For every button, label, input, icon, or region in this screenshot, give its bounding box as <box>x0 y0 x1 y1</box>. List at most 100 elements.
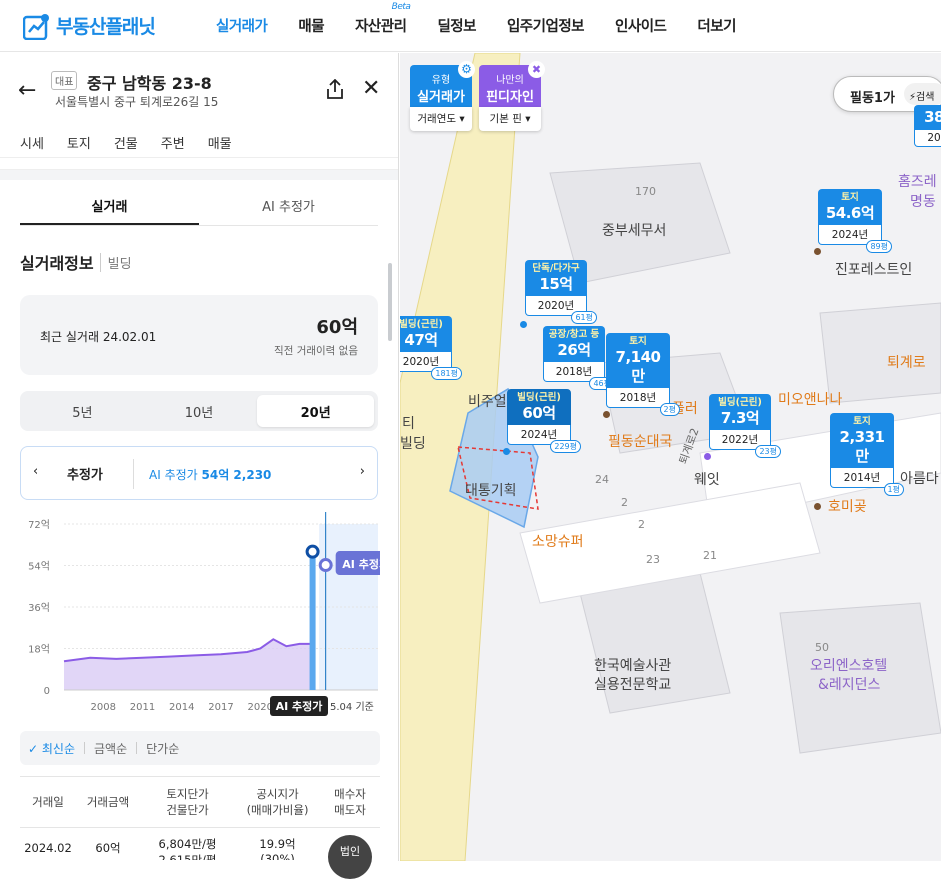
lot-23: 23 <box>646 553 660 566</box>
y-tick-label: 54억 <box>28 561 50 573</box>
price-pin[interactable]: 토지 54.6억 2024년 89평 <box>814 189 892 255</box>
poi-areum[interactable]: 아름다 <box>900 468 939 488</box>
chevron-left-icon[interactable]: ‹ <box>33 464 38 479</box>
gear-icon[interactable]: ⚙ <box>458 61 475 78</box>
ai-tooltip-label: AI 추정가 <box>276 699 323 713</box>
poi-building[interactable]: 빌딩 <box>400 433 426 453</box>
nav-listings[interactable]: 매물 <box>298 15 324 36</box>
cell-party: 법인 <box>320 817 380 879</box>
map-view[interactable]: 유형 실거래가 ⚙ 거래연도 ▾ 나만의 핀디자인 ✖ 기본 핀 ▾ 필동1가 … <box>400 53 941 861</box>
poi-oriens-1[interactable]: 오리엔스호텔 <box>810 655 887 675</box>
series-area <box>64 639 313 690</box>
pin-area: 89평 <box>866 240 892 253</box>
pin-type: 빌딩(근린) <box>517 392 561 403</box>
nav-tenant[interactable]: 입주기업정보 <box>507 15 585 36</box>
share-icon[interactable] <box>326 79 344 99</box>
price-pin-selected[interactable]: 빌딩(근린) 60억 2024년 229평 <box>503 389 581 455</box>
price-pin[interactable]: 단독/다가구 15억 2020년 61평 <box>520 260 597 328</box>
pin-dot <box>814 248 821 255</box>
poi-mio[interactable]: 미오앤나나 <box>778 389 842 409</box>
ai-estimate: AI 추정가 54억 2,230 <box>149 466 271 483</box>
price-pin[interactable]: 공장/창고 등 26억 2018년 46평 <box>543 326 615 390</box>
pin-price: 2,331만 <box>839 428 885 465</box>
tab-building[interactable]: 건물 <box>114 125 138 157</box>
sub-tabs: 실거래 AI 추정가 <box>20 180 378 226</box>
nav-inside[interactable]: 인사이드 <box>615 15 667 36</box>
th-public: 공시지가 (매매가비율) <box>235 786 320 818</box>
th-unit: 토지단가 건물단가 <box>140 786 235 818</box>
period-20y[interactable]: 20년 <box>257 395 375 427</box>
recent-label: 최근 실거래 24.02.01 <box>40 330 157 344</box>
th-public-1: 공시지가 <box>256 787 299 801</box>
sort-latest[interactable]: ✓ 최신순 <box>28 740 75 757</box>
tab-listing[interactable]: 매물 <box>208 125 232 157</box>
poi-art-college-2[interactable]: 실용전문학교 <box>594 674 671 694</box>
back-arrow-icon[interactable]: ← <box>18 78 36 103</box>
poi-toegyero[interactable]: 퇴계로 <box>887 352 926 372</box>
nav-deal[interactable]: 딜정보 <box>437 15 476 36</box>
poi-oriens-2[interactable]: &레지던스 <box>818 674 880 694</box>
poi-tax-office[interactable]: 중부세무서 <box>602 220 666 240</box>
subtab-trade[interactable]: 실거래 <box>20 180 199 225</box>
x-tick-label: 2014 <box>169 702 194 713</box>
pin-area: 181평 <box>431 367 462 380</box>
poi-visual[interactable]: 비주얼 <box>468 391 507 411</box>
y-tick-label: 18억 <box>28 644 50 656</box>
poi-myeongdong[interactable]: 명동 <box>910 191 936 211</box>
poi-homes[interactable]: 홈즈레 <box>898 171 937 191</box>
chevron-right-icon[interactable]: › <box>360 464 365 479</box>
date-suffix: 5.04 기준 <box>330 701 374 713</box>
lot-50: 50 <box>815 641 829 654</box>
lot-21: 21 <box>703 549 717 562</box>
scrollbar[interactable] <box>388 263 392 341</box>
poi-t[interactable]: 티 <box>402 413 415 433</box>
search-button[interactable]: ⚡검색 <box>904 83 941 105</box>
cell-unit-1: 6,804만/평 <box>158 837 217 851</box>
sort-price[interactable]: 금액순 <box>94 740 127 757</box>
subtab-ai[interactable]: AI 추정가 <box>199 180 378 225</box>
filter-year-select[interactable]: 거래연도 ▾ <box>410 107 472 131</box>
ai-badge-label: AI 추정가 <box>342 557 380 571</box>
logo[interactable]: 부동산플래닛 <box>23 12 203 40</box>
th-price: 거래금액 <box>86 795 130 809</box>
nav-more[interactable]: 더보기 <box>697 15 736 36</box>
price-pin[interactable]: 토지 7,140만 2018년 2평 <box>603 333 680 418</box>
th-date: 거래일 <box>32 795 64 809</box>
cell-unit: 6,804만/평 2,615만/평 <box>140 836 235 860</box>
estimate-divider <box>133 459 134 489</box>
pin-area: 2평 <box>659 403 680 416</box>
price-pin[interactable]: 38 20 <box>914 105 941 147</box>
trade-bar <box>309 551 316 690</box>
rep-badge: 대표 <box>51 71 78 90</box>
sort-unit[interactable]: 단가순 <box>146 740 179 757</box>
table-row[interactable]: 2024.02 60억 6,804만/평 2,615만/평 19.9억 (30%) … <box>20 828 380 879</box>
price-pin[interactable]: 토지 2,331만 2014년 1평 <box>814 413 904 510</box>
y-tick-label: 36억 <box>28 602 50 614</box>
filter-pin-select[interactable]: 기본 핀 ▾ <box>479 107 541 131</box>
tab-nearby[interactable]: 주변 <box>161 125 185 157</box>
th-party-1: 매수자 <box>334 787 366 801</box>
poi-daetong[interactable]: 대통기획 <box>465 480 517 500</box>
cell-public: 19.9억 (30%) <box>235 836 320 860</box>
estimate-bar: ‹ 추정가 AI 추정가 54억 2,230 › <box>20 446 378 500</box>
tab-land[interactable]: 토지 <box>67 125 91 157</box>
nav-real-trade[interactable]: 실거래가 <box>216 15 268 36</box>
close-circle-icon[interactable]: ✖ <box>528 61 545 78</box>
pin-price: 54.6억 <box>825 204 875 222</box>
poi-somang[interactable]: 소망슈퍼 <box>532 531 584 551</box>
close-icon[interactable]: ✕ <box>362 76 380 101</box>
poi-homigot[interactable]: 호미곶 <box>828 496 867 516</box>
period-5y[interactable]: 5년 <box>24 395 141 427</box>
poi-art-college-1[interactable]: 한국예술사관 <box>594 655 671 675</box>
poi-weit[interactable]: 웨잇 <box>694 469 720 489</box>
nav-asset[interactable]: 자산관리 Beta <box>355 2 411 36</box>
poi-sundae[interactable]: 필동순대국 <box>608 431 672 451</box>
price-pin[interactable]: 빌딩(근린) 7.3억 2022년 23평 <box>704 394 781 460</box>
poi-jinpo[interactable]: 진포레스트인 <box>835 259 912 279</box>
filter-pin-main: 핀디자인 <box>486 90 534 105</box>
tab-price[interactable]: 시세 <box>20 125 44 157</box>
period-10y[interactable]: 10년 <box>141 395 258 427</box>
pin-area: 23평 <box>755 445 781 458</box>
price-pin[interactable]: 빌딩(근린) 47억 2020년 181평 <box>400 316 462 380</box>
lot-2a: 2 <box>621 496 628 509</box>
